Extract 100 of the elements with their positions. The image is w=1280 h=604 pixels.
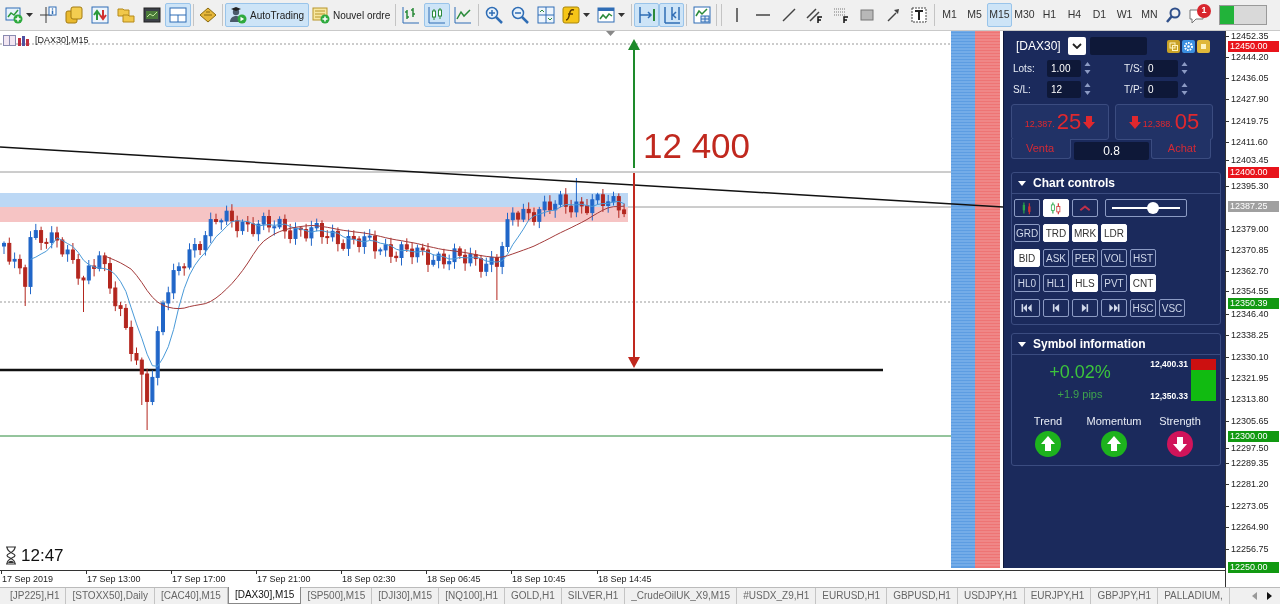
price-marker: 12387.25 — [1228, 200, 1279, 212]
toggle-button[interactable] — [1072, 199, 1098, 217]
timeframe-button[interactable]: D1 — [1087, 3, 1112, 27]
timeframe-button[interactable]: W1 — [1112, 3, 1137, 27]
chart-tab[interactable]: GOLD,H1 — [504, 588, 562, 604]
scroll-right-icon[interactable] — [1267, 592, 1272, 600]
price-label: 12370.85 — [1231, 245, 1269, 255]
toggle-button[interactable]: HL1 — [1043, 274, 1069, 292]
toggle-button[interactable]: CNT — [1130, 274, 1156, 292]
disclosure-triangle-icon[interactable] — [1018, 179, 1026, 187]
slider[interactable] — [1105, 199, 1187, 217]
spinner-arrows-icon[interactable] — [1084, 82, 1091, 96]
gear-icon[interactable] — [1182, 39, 1195, 53]
toggle-button[interactable]: HST — [1130, 249, 1156, 267]
number-input[interactable]: 1.00 — [1047, 59, 1081, 77]
toggle-button[interactable]: VSC — [1159, 299, 1185, 317]
toggle-button[interactable] — [1043, 299, 1069, 317]
toggle-button[interactable]: PER — [1072, 249, 1098, 267]
chart-option-button[interactable] — [634, 3, 659, 27]
square-icon[interactable] — [1197, 39, 1210, 53]
chart-type-button[interactable] — [424, 3, 450, 27]
toggle-button[interactable] — [1101, 299, 1127, 317]
price-label: 12,400.31 — [1150, 359, 1188, 369]
timeframe-button[interactable]: H4 — [1062, 3, 1087, 27]
number-input[interactable]: 0 — [1144, 59, 1178, 77]
note-plus-icon — [312, 6, 330, 24]
rectangle-icon[interactable] — [858, 6, 876, 24]
chart-tab[interactable]: [DJI30],M15 — [372, 588, 440, 604]
timeframe-button[interactable]: H1 — [1037, 3, 1062, 27]
chart-tab[interactable]: [CAC40],M15 — [154, 588, 228, 604]
price-annotation: 12 400 — [643, 128, 751, 163]
chart-tab[interactable]: [DAX30],M15 — [227, 587, 302, 604]
spinner-arrows-icon[interactable] — [1084, 61, 1091, 75]
chart-tab[interactable]: [NQ100],H1 — [439, 588, 505, 604]
timeframe-button[interactable]: M1 — [937, 3, 962, 27]
toggle-button[interactable]: HL0 — [1014, 274, 1040, 292]
text-box-icon[interactable] — [910, 6, 928, 24]
price-digits: 12,388. — [1142, 119, 1173, 129]
symbol-dropdown[interactable] — [1068, 37, 1086, 55]
pips-change: +1.9 pips — [1057, 388, 1103, 401]
search-icon[interactable] — [1165, 6, 1183, 24]
spinner-arrows-icon[interactable] — [1181, 61, 1188, 75]
chart-tab[interactable]: USDJPY,H1 — [957, 588, 1025, 604]
diagonal-line-icon[interactable] — [780, 6, 798, 24]
chart-tab[interactable]: PALLADIUM, — [1158, 588, 1230, 604]
timeframe-button[interactable]: M15 — [987, 3, 1012, 27]
zoom-out-icon[interactable] — [511, 6, 529, 24]
toggle-button[interactable]: HSC — [1130, 299, 1156, 317]
price-label: 12273.05 — [1231, 501, 1269, 511]
chart-tab[interactable]: [JP225],H1 — [4, 588, 67, 604]
diamond-icon[interactable] — [199, 6, 217, 24]
disclosure-triangle-icon[interactable] — [1018, 340, 1026, 348]
toggle-button[interactable]: BID — [1014, 249, 1040, 267]
price-label: 12427.90 — [1231, 94, 1269, 104]
symbol-name: [DAX30] — [1015, 38, 1062, 55]
caret-icon[interactable] — [26, 13, 33, 17]
chart-tab[interactable]: _CrudeOilUK_X9,M15 — [625, 588, 738, 604]
symbol-input-field[interactable] — [1090, 37, 1147, 55]
toggle-button[interactable] — [1014, 199, 1040, 217]
chart-option-button[interactable] — [659, 3, 684, 27]
curve-tile-icon[interactable] — [562, 6, 580, 24]
chart-tab[interactable]: EURUSD,H1 — [816, 588, 888, 604]
timeframe-button[interactable]: MN — [1137, 3, 1162, 27]
new-order-button[interactable]: Nouvel ordre — [309, 3, 393, 27]
chart-tab[interactable]: EURJPY,H1 — [1024, 588, 1092, 604]
toggle-button[interactable]: PVT — [1101, 274, 1127, 292]
chart-tab[interactable]: SILVER,H1 — [561, 588, 626, 604]
chart-tab[interactable]: GBPUSD,H1 — [887, 588, 958, 604]
slider-thumb[interactable] — [1146, 202, 1159, 214]
dotted-levels-icon[interactable] — [832, 6, 850, 24]
split-window-icon — [169, 6, 187, 24]
toggle-button[interactable]: LDR — [1101, 224, 1127, 242]
toggle-button[interactable]: TRD — [1043, 224, 1069, 242]
toggle-button[interactable]: HLS — [1072, 274, 1098, 292]
tile-windows-icon[interactable] — [537, 6, 555, 24]
chart-tab[interactable]: GBPJPY,H1 — [1091, 588, 1159, 604]
zoom-in-icon[interactable] — [485, 6, 503, 24]
chart-tab[interactable]: [STOXX50],Daily — [66, 588, 155, 604]
chevron-down-icon — [1072, 43, 1082, 49]
timeframe-button[interactable]: M5 — [962, 3, 987, 27]
chart-tab[interactable]: #USDX_Z9,H1 — [737, 588, 817, 604]
timeframe-button[interactable]: M30 — [1012, 3, 1037, 27]
toggle-button[interactable]: MRK — [1072, 224, 1098, 242]
toggle-button[interactable] — [1072, 299, 1098, 317]
caret-icon[interactable] — [618, 13, 625, 17]
autotrading-button[interactable]: AutoTrading — [225, 3, 309, 27]
number-input[interactable]: 0 — [1144, 80, 1178, 98]
toggle-button[interactable]: VOL — [1101, 249, 1127, 267]
chart-tab[interactable]: [SP500],M15 — [301, 588, 373, 604]
number-input[interactable]: 12 — [1047, 80, 1081, 98]
toggle-button[interactable]: ASK — [1043, 249, 1069, 267]
chart-window-icon[interactable] — [597, 6, 615, 24]
spinner-arrows-icon[interactable] — [1181, 82, 1188, 96]
price-label: 12411.60 — [1231, 137, 1268, 147]
toggle-button[interactable] — [1014, 299, 1040, 317]
time-label: 17 Sep 21:00 — [257, 574, 311, 585]
overlapping-squares-icon[interactable] — [1167, 39, 1180, 53]
toggle-button[interactable]: GRD — [1014, 224, 1040, 242]
caret-icon[interactable] — [583, 13, 590, 17]
parallel-lines-icon[interactable] — [806, 6, 824, 24]
